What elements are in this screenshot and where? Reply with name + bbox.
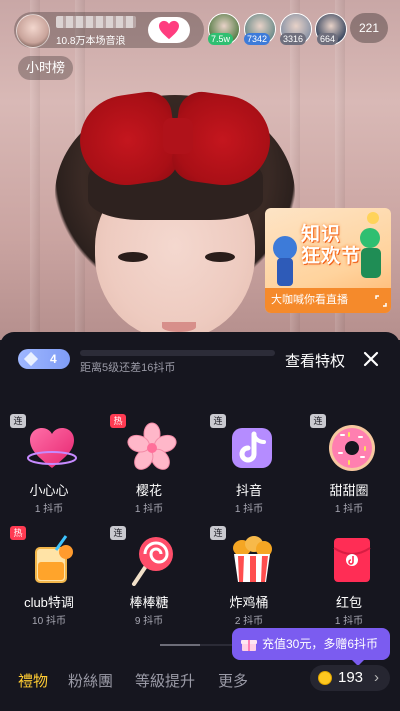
red-bow-knot	[163, 118, 193, 154]
coin-balance: 193	[338, 669, 364, 686]
gift-item[interactable]: 甜甜圈 1 抖币	[304, 422, 394, 515]
gift-item[interactable]: club特调 10 抖币	[4, 534, 94, 627]
gift-name: 樱花	[135, 483, 162, 498]
tab-gifts[interactable]: 禮物	[18, 670, 48, 691]
gift-price: 9 抖币	[134, 616, 164, 627]
hot-tag: 热	[10, 526, 26, 540]
gift-name: 小心心	[29, 483, 69, 498]
combo-tag: 连	[110, 526, 126, 540]
promo-title-line: 狂欢节	[301, 246, 362, 267]
red-envelope-gift-icon	[333, 538, 371, 582]
streamer-eye	[118, 252, 148, 262]
combo-tag: 连	[10, 414, 26, 428]
tab-level-up[interactable]: 等級提升	[135, 670, 195, 691]
host-name-blurred	[56, 16, 136, 28]
diamond-icon	[23, 351, 39, 367]
chevron-right-icon: ›	[374, 669, 379, 686]
level-number: 4	[50, 352, 57, 366]
fried-chicken-gift-icon	[233, 536, 272, 582]
gift-item[interactable]: 红包 1 抖币	[304, 534, 394, 627]
promo-banner[interactable]: 知识 狂欢节 大咖喊你看直播	[265, 208, 391, 313]
viewer-badge: 7.5w	[208, 33, 234, 45]
follow-heart-button[interactable]	[148, 17, 190, 43]
recharge-tip-text: 充值30元，多赠6抖币	[262, 637, 379, 651]
gift-name: club特调	[24, 595, 74, 610]
gift-item[interactable]: 棒棒糖 9 抖币	[104, 534, 194, 627]
sakura-gift-icon	[127, 422, 177, 470]
combo-tag: 连	[210, 414, 226, 428]
donut-gift-icon	[329, 425, 375, 471]
gift-item[interactable]: 樱花 1 抖币	[104, 422, 194, 515]
coin-balance-button[interactable]: 193 ›	[310, 665, 390, 691]
gift-item[interactable]: 抖音 1 抖币	[204, 422, 294, 515]
curtain-fold	[30, 0, 40, 340]
douyin-logo-gift-icon	[232, 428, 272, 468]
streamer-eye	[205, 252, 235, 262]
combo-tag: 连	[310, 414, 326, 428]
page-indicator	[160, 644, 240, 646]
promo-title-line: 知识	[301, 224, 342, 245]
hour-rank-button[interactable]: 小时榜	[18, 56, 74, 80]
online-count[interactable]: 221	[350, 13, 388, 43]
view-privilege-button[interactable]: 查看特权	[285, 350, 345, 371]
user-level-badge[interactable]: 4	[18, 349, 70, 369]
gift-panel: 4 距离5级还差16抖币 查看特权 小心心 1 抖币 连 樱花 1 抖币 热 抖…	[0, 332, 400, 711]
viewer-badge: 3316	[280, 33, 307, 45]
streamer-mouth	[162, 322, 196, 332]
gift-price: 1 抖币	[134, 504, 164, 515]
combo-tag: 连	[210, 526, 226, 540]
cocktail-gift-icon	[35, 535, 73, 583]
tab-fan-club[interactable]: 粉絲團	[68, 670, 113, 691]
gift-name: 甜甜圈	[329, 483, 369, 498]
gift-name: 红包	[335, 595, 362, 610]
lollipop-gift-icon	[132, 537, 173, 586]
close-icon[interactable]	[362, 350, 380, 368]
page-indicator-thumb	[160, 644, 200, 646]
viewer-badge: 664	[317, 33, 339, 45]
tab-more[interactable]: 更多	[218, 670, 248, 691]
level-progress-bar	[80, 350, 275, 356]
gift-price: 2 抖币	[234, 616, 264, 627]
heart-icon	[159, 20, 179, 40]
gift-price: 1 抖币	[334, 504, 364, 515]
gift-price: 10 抖币	[32, 616, 66, 627]
gift-item[interactable]: 炸鸡桶 2 抖币	[204, 534, 294, 627]
gift-price: 1 抖币	[34, 504, 64, 515]
host-avatar[interactable]	[16, 14, 50, 48]
gift-price: 1 抖币	[334, 616, 364, 627]
promo-title: 知识 狂欢节	[301, 224, 361, 268]
host-subtitle: 10.8万本场音浪	[56, 36, 126, 47]
recharge-promo-tip[interactable]: 充值30元，多赠6抖币	[232, 628, 390, 666]
viewer-badge: 7342	[244, 33, 271, 45]
gift-item[interactable]: 小心心 1 抖币	[4, 422, 94, 515]
coin-icon	[318, 671, 332, 685]
gift-box-icon	[241, 640, 257, 651]
level-progress-text: 距离5级还差16抖币	[80, 362, 176, 374]
expand-icon[interactable]	[375, 295, 387, 307]
promo-footer: 大咖喊你看直播	[265, 288, 391, 313]
gift-price: 1 抖币	[234, 504, 264, 515]
heart-gift-icon	[27, 428, 77, 468]
gift-name: 棒棒糖	[129, 595, 169, 610]
gift-name: 炸鸡桶	[229, 595, 269, 610]
gift-name: 抖音	[235, 483, 262, 498]
hot-tag: 热	[110, 414, 126, 428]
